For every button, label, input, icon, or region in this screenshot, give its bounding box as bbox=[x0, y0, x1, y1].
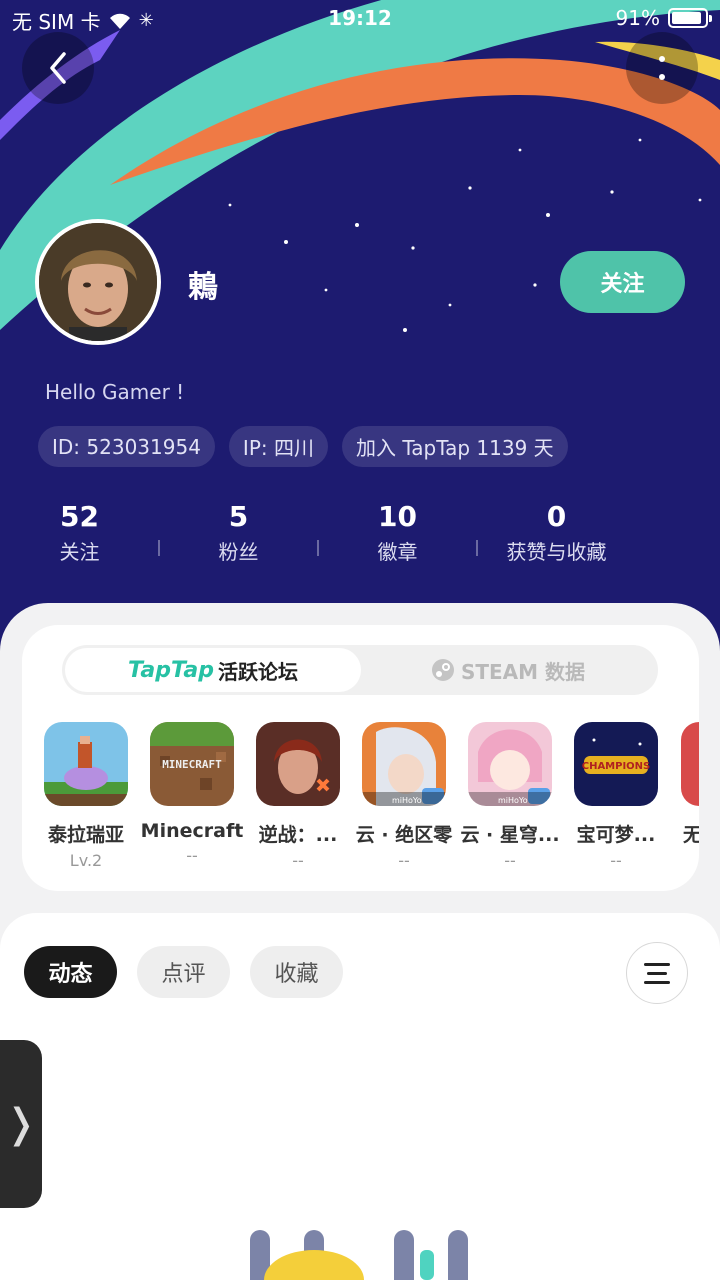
profile-stats: 52 关注 5 粉丝 10 徽章 0 获赞与收藏 bbox=[0, 500, 636, 566]
game-name: Minecraft bbox=[140, 820, 244, 842]
game-item-pokemon[interactable]: CHAMPIONS 宝可梦... -- bbox=[563, 722, 669, 870]
tab-label: STEAM 数据 bbox=[460, 659, 586, 684]
game-item-zzz-cloud[interactable]: miHoYo 云 · 绝区零 -- bbox=[351, 722, 457, 870]
game-item-nizhan[interactable]: 逆战：... -- bbox=[245, 722, 351, 870]
feed-section: 动态 点评 收藏 bbox=[0, 913, 720, 1280]
status-bar: 无 SIM 卡 ✳ 19:12 91% bbox=[0, 0, 720, 36]
steam-icon bbox=[431, 659, 454, 681]
game-level: -- bbox=[398, 851, 410, 870]
tab-favorites[interactable]: 收藏 bbox=[250, 946, 343, 998]
stat-likes[interactable]: 0 获赞与收藏 bbox=[477, 500, 636, 565]
status-time: 19:12 bbox=[328, 6, 392, 30]
pokemon-champions-icon: CHAMPIONS bbox=[574, 722, 658, 806]
stat-value: 0 bbox=[546, 500, 567, 533]
battery-percent: 91% bbox=[615, 6, 660, 30]
join-days-tag: 加入 TapTap 1139 天 bbox=[341, 426, 568, 467]
game-level: -- bbox=[504, 851, 516, 870]
game-icon bbox=[681, 722, 699, 806]
games-card: TapTap 活跃论坛 STEAM 数据 泰拉瑞亚 Lv.2 MINECRAFT… bbox=[22, 625, 699, 891]
stat-value: 5 bbox=[228, 500, 249, 533]
user-id-tag[interactable]: ID: 523031954 bbox=[38, 426, 215, 467]
profile-tags: ID: 523031954 IP: 四川 加入 TapTap 1139 天 bbox=[38, 426, 568, 467]
tab-label: 活跃论坛 bbox=[217, 659, 298, 684]
avatar[interactable] bbox=[35, 219, 161, 345]
svg-text:CHAMPIONS: CHAMPIONS bbox=[582, 761, 651, 772]
stat-label: 关注 bbox=[59, 540, 100, 564]
filter-icon bbox=[644, 962, 670, 966]
chevron-right-icon: ❭ bbox=[4, 1101, 38, 1147]
stat-value: 52 bbox=[60, 500, 99, 533]
more-button[interactable] bbox=[626, 32, 698, 104]
tab-reviews[interactable]: 点评 bbox=[137, 946, 230, 998]
filter-button[interactable] bbox=[626, 942, 688, 1004]
chevron-left-icon bbox=[50, 52, 66, 84]
games-tab-switch: TapTap 活跃论坛 STEAM 数据 bbox=[62, 645, 658, 695]
back-button[interactable] bbox=[22, 32, 94, 104]
game-item-partial[interactable]: 无 bbox=[669, 722, 699, 851]
game-name: 宝可梦... bbox=[576, 824, 656, 846]
zenless-zone-zero-icon: miHoYo bbox=[362, 722, 446, 806]
bio-text: Hello Gamer ! bbox=[45, 380, 185, 404]
game-item-terraria[interactable]: 泰拉瑞亚 Lv.2 bbox=[33, 722, 139, 870]
game-name: 泰拉瑞亚 bbox=[47, 824, 124, 846]
svg-text:miHoYo: miHoYo bbox=[392, 796, 422, 805]
minecraft-icon: MINECRAFT bbox=[150, 722, 234, 806]
side-drawer-handle[interactable]: ❭ bbox=[0, 1040, 42, 1208]
battery-icon bbox=[668, 8, 712, 28]
stat-following[interactable]: 52 关注 bbox=[0, 500, 159, 565]
empty-state-illustration bbox=[250, 1230, 468, 1280]
game-item-minecraft[interactable]: MINECRAFT Minecraft -- bbox=[139, 722, 245, 865]
follow-button[interactable]: 关注 bbox=[560, 251, 685, 313]
taptap-logo: TapTap bbox=[128, 657, 214, 683]
svg-text:miHoYo: miHoYo bbox=[498, 796, 528, 805]
game-level: Lv.2 bbox=[69, 851, 103, 870]
svg-text:MINECRAFT: MINECRAFT bbox=[162, 758, 222, 771]
avatar-image bbox=[39, 223, 157, 341]
game-name: 逆战：... bbox=[258, 824, 338, 846]
game-name: 云 · 星穹... bbox=[460, 824, 560, 846]
terraria-icon bbox=[44, 722, 128, 806]
ip-location-tag: IP: 四川 bbox=[228, 426, 328, 467]
game-level: -- bbox=[292, 851, 304, 870]
more-vertical-icon bbox=[659, 56, 665, 80]
star-rail-icon: miHoYo bbox=[468, 722, 552, 806]
game-level: -- bbox=[186, 846, 198, 865]
stat-label: 获赞与收藏 bbox=[506, 540, 607, 564]
stat-label: 徽章 bbox=[377, 540, 418, 564]
stat-value: 10 bbox=[378, 500, 417, 533]
game-item-starrail-cloud[interactable]: miHoYo 云 · 星穹... -- bbox=[457, 722, 563, 870]
tab-steam-data[interactable]: STEAM 数据 bbox=[361, 648, 655, 692]
game-level: -- bbox=[610, 851, 622, 870]
nizhan-icon bbox=[256, 722, 340, 806]
stat-followers[interactable]: 5 粉丝 bbox=[159, 500, 318, 565]
game-name: 无 bbox=[683, 824, 699, 846]
game-list: 泰拉瑞亚 Lv.2 MINECRAFT Minecraft -- 逆战：... … bbox=[22, 722, 699, 882]
tab-taptap-forum[interactable]: TapTap 活跃论坛 bbox=[65, 648, 361, 692]
stat-badges[interactable]: 10 徽章 bbox=[318, 500, 477, 565]
username: 鶇 bbox=[188, 270, 218, 305]
game-name: 云 · 绝区零 bbox=[355, 824, 453, 846]
stat-label: 粉丝 bbox=[218, 540, 259, 564]
tab-posts[interactable]: 动态 bbox=[24, 946, 117, 998]
